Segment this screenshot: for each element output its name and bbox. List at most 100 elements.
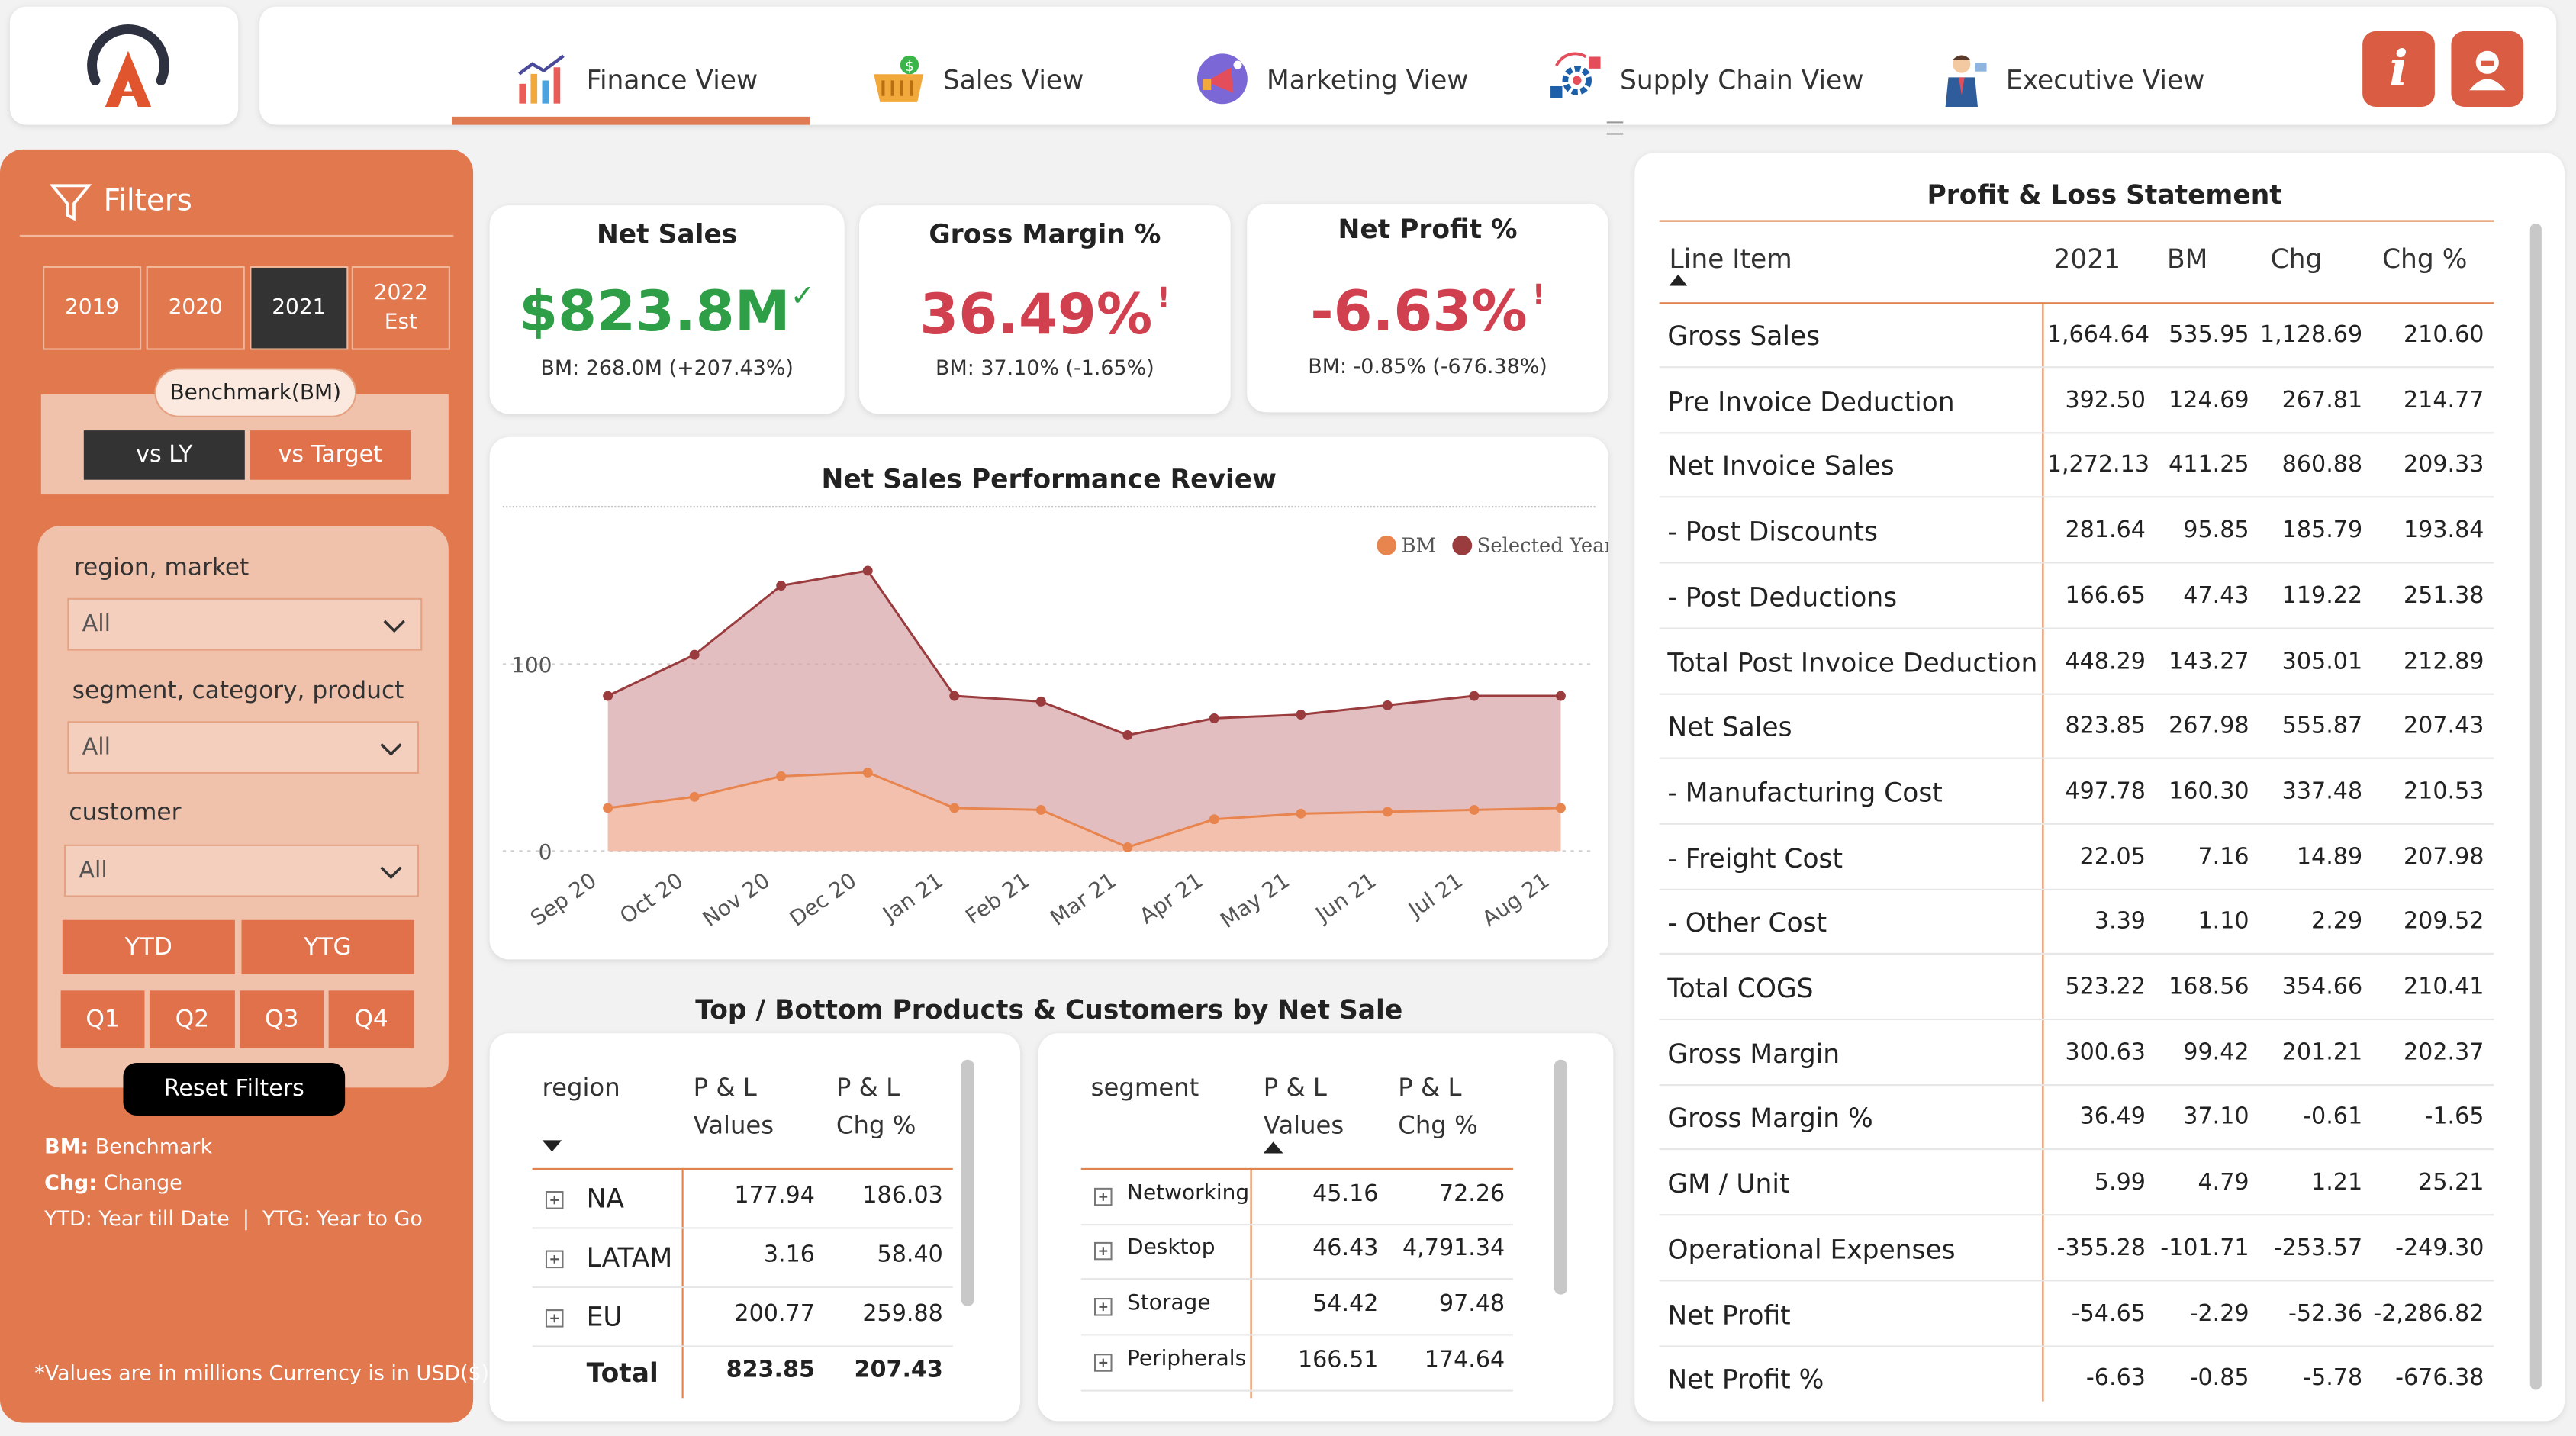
currency-footnote: *Values are in millions Currency is in U… bbox=[34, 1360, 490, 1386]
customer-value: All bbox=[79, 857, 108, 884]
tab-supply-chain-view[interactable]: Supply Chain View bbox=[1547, 33, 1863, 125]
expand-plus-icon[interactable] bbox=[1093, 1187, 1113, 1206]
expand-plus-icon[interactable] bbox=[545, 1190, 564, 1209]
table-row-divider bbox=[532, 1345, 953, 1347]
legend-swatch bbox=[1452, 535, 1473, 555]
x-tick-label: Jun 21 bbox=[1310, 868, 1381, 928]
pl-row-2021: 823.85 bbox=[2065, 713, 2146, 739]
segment-chg-header[interactable]: P & L Chg % bbox=[1398, 1070, 1513, 1145]
q2-button[interactable]: Q2 bbox=[149, 990, 235, 1048]
legend-label: BM bbox=[1402, 534, 1436, 557]
tab-supply-chain-label: Supply Chain View bbox=[1619, 63, 1864, 95]
tab-finance-label: Finance View bbox=[586, 63, 758, 95]
pl-row-label: Operational Expenses bbox=[1667, 1233, 1956, 1265]
vs-ly-button[interactable]: vs LY bbox=[83, 430, 245, 480]
pl-header-chg[interactable]: Chg bbox=[2271, 240, 2323, 278]
pl-row-chg: 337.48 bbox=[2281, 778, 2363, 806]
reset-filters-button[interactable]: Reset Filters bbox=[123, 1063, 346, 1116]
pl-row-chg-pct: 209.33 bbox=[2403, 452, 2484, 478]
collapse-handle-icon[interactable] bbox=[1606, 121, 1624, 135]
kpi-net-sales-card: Net Sales $823.8M✓ BM: 268.0M (+207.43%) bbox=[489, 205, 845, 414]
expand-plus-icon[interactable] bbox=[1093, 1354, 1113, 1372]
pl-row-2021: 523.22 bbox=[2065, 974, 2146, 1001]
pl-row-label: Net Invoice Sales bbox=[1667, 449, 1895, 481]
pl-row-chg: -52.36 bbox=[2288, 1301, 2363, 1328]
pl-row-bm: 95.85 bbox=[2183, 517, 2249, 544]
segment-header[interactable]: segment bbox=[1091, 1070, 1199, 1108]
x-tick-label: Jan 21 bbox=[877, 868, 947, 927]
segment-values-header[interactable]: P & L Values bbox=[1264, 1070, 1379, 1145]
expand-plus-icon[interactable] bbox=[545, 1250, 564, 1269]
region-row-chg: 186.03 bbox=[862, 1183, 943, 1209]
table-row-divider bbox=[1080, 1224, 1514, 1226]
bm-point bbox=[1209, 814, 1219, 825]
region-market-select[interactable]: All bbox=[67, 597, 423, 651]
tab-sales-view[interactable]: $ Sales View bbox=[871, 33, 1084, 125]
pl-row-bm: 4.79 bbox=[2198, 1170, 2249, 1196]
pl-title-underline bbox=[1659, 220, 2494, 222]
region-scrollbar[interactable] bbox=[961, 1059, 974, 1306]
x-tick-label: Dec 20 bbox=[785, 868, 861, 932]
tab-finance-view[interactable]: Finance View bbox=[451, 33, 811, 125]
user-button[interactable] bbox=[2451, 31, 2524, 107]
region-row-label: NA bbox=[586, 1183, 625, 1215]
pl-row-chg-pct: 207.98 bbox=[2403, 844, 2484, 871]
year-button-2021[interactable]: 2021 bbox=[250, 266, 349, 350]
region-values-header[interactable]: P & L Values bbox=[694, 1070, 809, 1145]
pl-row-chg-pct: 210.41 bbox=[2403, 974, 2484, 1001]
brand-logo bbox=[87, 24, 169, 107]
y-tick-label: 0 bbox=[539, 839, 552, 864]
region-market-label: region, market bbox=[73, 555, 250, 582]
region-header[interactable]: region bbox=[543, 1070, 620, 1108]
vs-target-button[interactable]: vs Target bbox=[250, 430, 411, 480]
tab-executive-view[interactable]: Executive View bbox=[1934, 33, 2204, 125]
pl-row-chg-pct: 210.60 bbox=[2403, 322, 2484, 349]
pl-header-2021[interactable]: 2021 bbox=[2053, 240, 2120, 278]
selected-year-point bbox=[949, 691, 960, 701]
pl-row-bm: -2.29 bbox=[2189, 1301, 2249, 1328]
year-button-2022-est[interactable]: 2022 Est bbox=[351, 266, 450, 350]
expand-plus-icon[interactable] bbox=[1093, 1241, 1113, 1261]
customer-select[interactable]: All bbox=[63, 844, 420, 897]
segment-header-underline bbox=[1080, 1167, 1514, 1170]
pl-row-2021: 36.49 bbox=[2079, 1103, 2146, 1131]
svg-text:$: $ bbox=[905, 59, 914, 75]
pl-row-bm: 47.43 bbox=[2183, 583, 2249, 610]
table-row-divider bbox=[1659, 952, 2494, 955]
year-button-2020[interactable]: 2020 bbox=[146, 266, 245, 350]
x-tick-label: Mar 21 bbox=[1045, 868, 1121, 931]
q1-button[interactable]: Q1 bbox=[60, 990, 145, 1048]
pl-row-label: Gross Sales bbox=[1667, 320, 1821, 352]
x-tick-label: Apr 21 bbox=[1135, 868, 1207, 929]
segment-category-product-select[interactable]: All bbox=[67, 721, 420, 774]
pl-row-chg-pct: -249.30 bbox=[2395, 1235, 2484, 1262]
pl-row-chg: 555.87 bbox=[2281, 713, 2363, 739]
pl-scrollbar[interactable] bbox=[2529, 223, 2542, 1390]
selected-year-point bbox=[1209, 713, 1219, 723]
ytd-button[interactable]: YTD bbox=[62, 919, 235, 974]
dashboard-root: Finance View $ Sales View Marketing View bbox=[0, 0, 2576, 1436]
expand-plus-icon[interactable] bbox=[1093, 1297, 1113, 1316]
year-button-2019[interactable]: 2019 bbox=[42, 266, 142, 350]
pl-row-chg-pct: 193.84 bbox=[2403, 517, 2484, 544]
net-sales-area-chart: 0 100 Sep 20 Oct 20 Nov 20 Dec 20 Jan 21 Feb 21… bbox=[502, 534, 1608, 933]
kpi-gross-margin-alert-icon: ! bbox=[1157, 282, 1170, 316]
q4-button[interactable]: Q4 bbox=[328, 990, 414, 1048]
info-button[interactable]: i bbox=[2362, 31, 2435, 107]
pl-row-chg: -5.78 bbox=[2303, 1365, 2363, 1392]
pl-row-bm: -0.85 bbox=[2189, 1365, 2249, 1392]
region-chg-header[interactable]: P & L Chg % bbox=[836, 1070, 952, 1145]
segment-scrollbar[interactable] bbox=[1554, 1059, 1568, 1295]
pl-row-label: Net Profit bbox=[1667, 1299, 1791, 1331]
ytg-button[interactable]: YTG bbox=[241, 919, 414, 974]
q3-button[interactable]: Q3 bbox=[240, 990, 324, 1048]
pl-header-bm[interactable]: BM bbox=[2167, 240, 2207, 278]
tab-marketing-view[interactable]: Marketing View bbox=[1194, 33, 1468, 125]
pl-row-2021: 22.05 bbox=[2079, 844, 2146, 871]
region-table-divider bbox=[681, 1167, 684, 1399]
expand-plus-icon[interactable] bbox=[545, 1309, 564, 1328]
table-row-divider bbox=[1659, 757, 2494, 759]
pl-row-chg: 2.29 bbox=[2311, 908, 2363, 935]
pl-header-line-item[interactable]: Line Item bbox=[1670, 240, 1792, 278]
pl-header-chg-pct[interactable]: Chg % bbox=[2382, 240, 2467, 278]
